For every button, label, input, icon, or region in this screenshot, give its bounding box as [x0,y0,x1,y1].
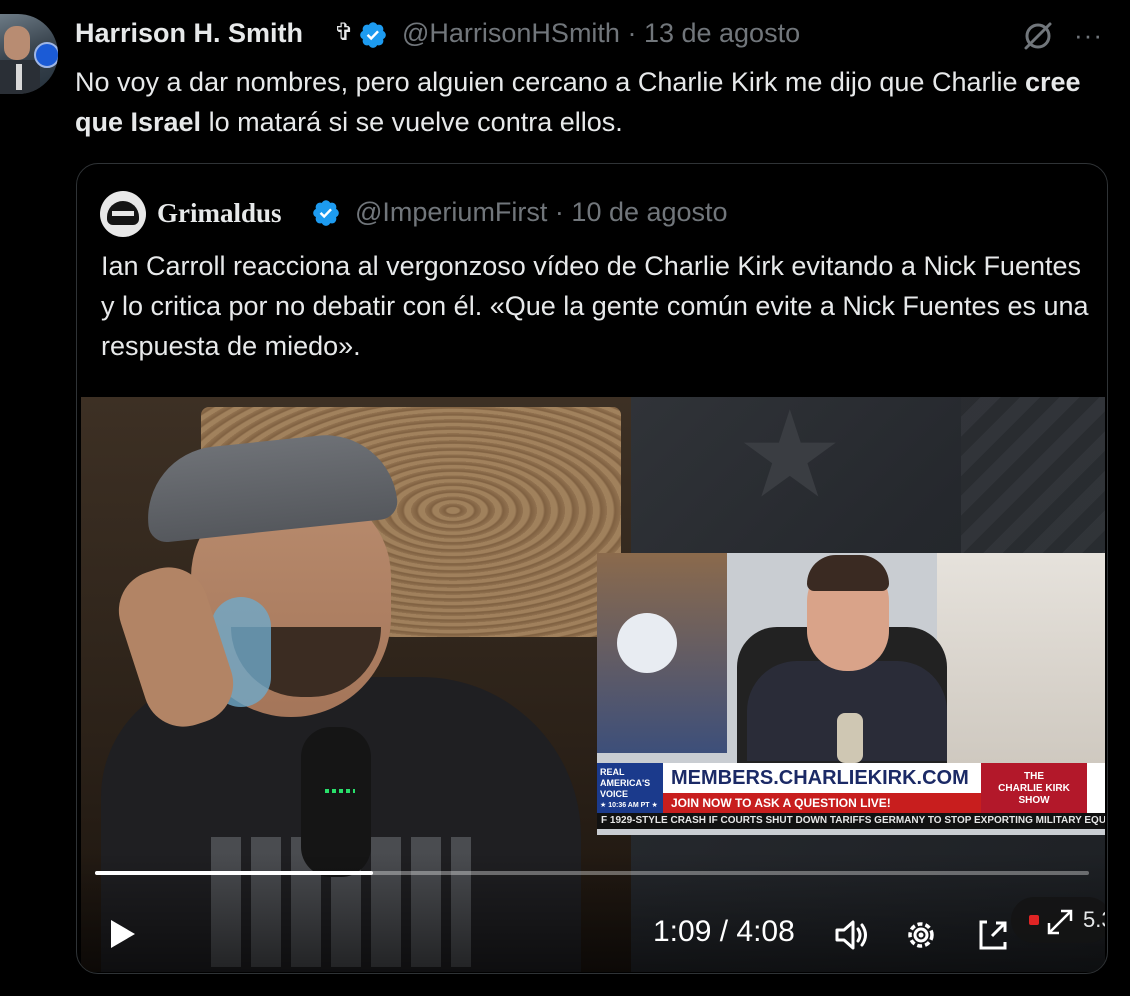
picture-in-picture-icon[interactable] [973,915,1013,955]
quoted-tweet-card[interactable]: Grimaldus @ImperiumFirst · 10 de agosto … [76,163,1108,974]
inset-headline: MEMBERS.CHARLIEKIRK.COM [663,763,981,793]
video-time-display: 1:09 / 4:08 [653,915,795,949]
video-current-time: 1:09 [653,915,712,948]
badge-line1: REAL [600,767,625,777]
quoted-verified-badge-icon [313,200,339,226]
avatar-face [4,26,30,60]
logo-line3: SHOW [1018,795,1050,806]
viewer-count: 5.3 [1083,907,1105,932]
video-controls-gradient [81,852,1105,972]
video-flag-stripes [961,397,1105,557]
settings-gear-icon[interactable] [901,915,941,955]
author-handle-and-date[interactable]: @HarrisonHSmith · 13 de agosto [402,18,800,49]
inset-lamp [617,613,677,673]
video-progress-bar[interactable] [95,871,1089,875]
fullscreen-expand-icon[interactable] [1045,907,1075,937]
quoted-author-name[interactable]: Grimaldus [157,198,282,229]
quoted-author-avatar[interactable] [100,191,146,237]
avatar-visor [112,211,134,216]
logo-line2: CHARLIE KIRK [998,783,1070,794]
play-icon[interactable] [105,917,139,951]
quoted-handle: @ImperiumFirst [355,197,548,227]
grok-icon[interactable] [1020,18,1056,54]
floating-live-badge[interactable]: 5.3 [1011,897,1105,943]
inset-lower-third: REAL AMERICA'S VOICE ★ 10:36 AM PT ★ MEM… [597,763,1105,813]
video-star-decoration: ★ [736,397,844,522]
quoted-date: 10 de agosto [571,197,728,227]
badge-time: ★ 10:36 AM PT ★ [600,802,658,809]
tweet-text-part2: lo matará si se vuelve contra ellos. [201,107,623,137]
author-name[interactable]: Harrison H. Smith [75,18,303,49]
meta-separator: · [619,18,644,48]
verified-badge-icon [360,22,386,48]
badge-line2: AMERICA'S [600,778,651,788]
volume-icon[interactable] [831,915,871,955]
inset-microphone [837,713,863,763]
inset-show-logo: THE CHARLIE KIRK SHOW [981,763,1087,813]
inset-network-badge: REAL AMERICA'S VOICE ★ 10:36 AM PT ★ [597,763,663,813]
inset-wall [937,553,1105,763]
video-duration: 4:08 [736,915,795,948]
quoted-handle-and-date: @ImperiumFirst · 10 de agosto [355,197,728,228]
quoted-meta-separator: · [547,197,572,227]
inset-speaker-hair [807,555,889,591]
author-name-symbol: ✞ [334,19,355,46]
inset-ticker: F 1929-STYLE CRASH IF COURTS SHUT DOWN T… [597,813,1105,829]
record-indicator-icon [1029,915,1039,925]
avatar-badge [34,42,58,68]
video-time-separator: / [711,915,737,948]
quoted-tweet-text: Ian Carroll reacciona al vergonzoso víde… [101,251,1089,361]
tweet-text-part1: No voy a dar nombres, pero alguien cerca… [75,67,1025,97]
badge-line3: VOICE [600,789,629,799]
more-icon[interactable]: ··· [1074,20,1103,51]
video-microphone-lights [325,789,355,793]
author-handle[interactable]: @HarrisonHSmith [402,18,620,48]
avatar-tie [16,64,22,90]
video-inset-broadcast: REAL AMERICA'S VOICE ★ 10:36 AM PT ★ MEM… [597,553,1105,835]
post-date[interactable]: 13 de agosto [644,18,800,48]
author-avatar[interactable] [0,14,58,94]
inset-subline: JOIN NOW TO ASK A QUESTION LIVE! [663,793,981,813]
logo-line1: THE [1024,771,1044,782]
video-progress-fill [95,871,374,875]
tweet-text: No voy a dar nombres, pero alguien cerca… [75,62,1095,142]
video-player[interactable]: ★ REAL AMERICA'S VOICE ★ 10:36 AM PT ★ M… [81,397,1105,972]
